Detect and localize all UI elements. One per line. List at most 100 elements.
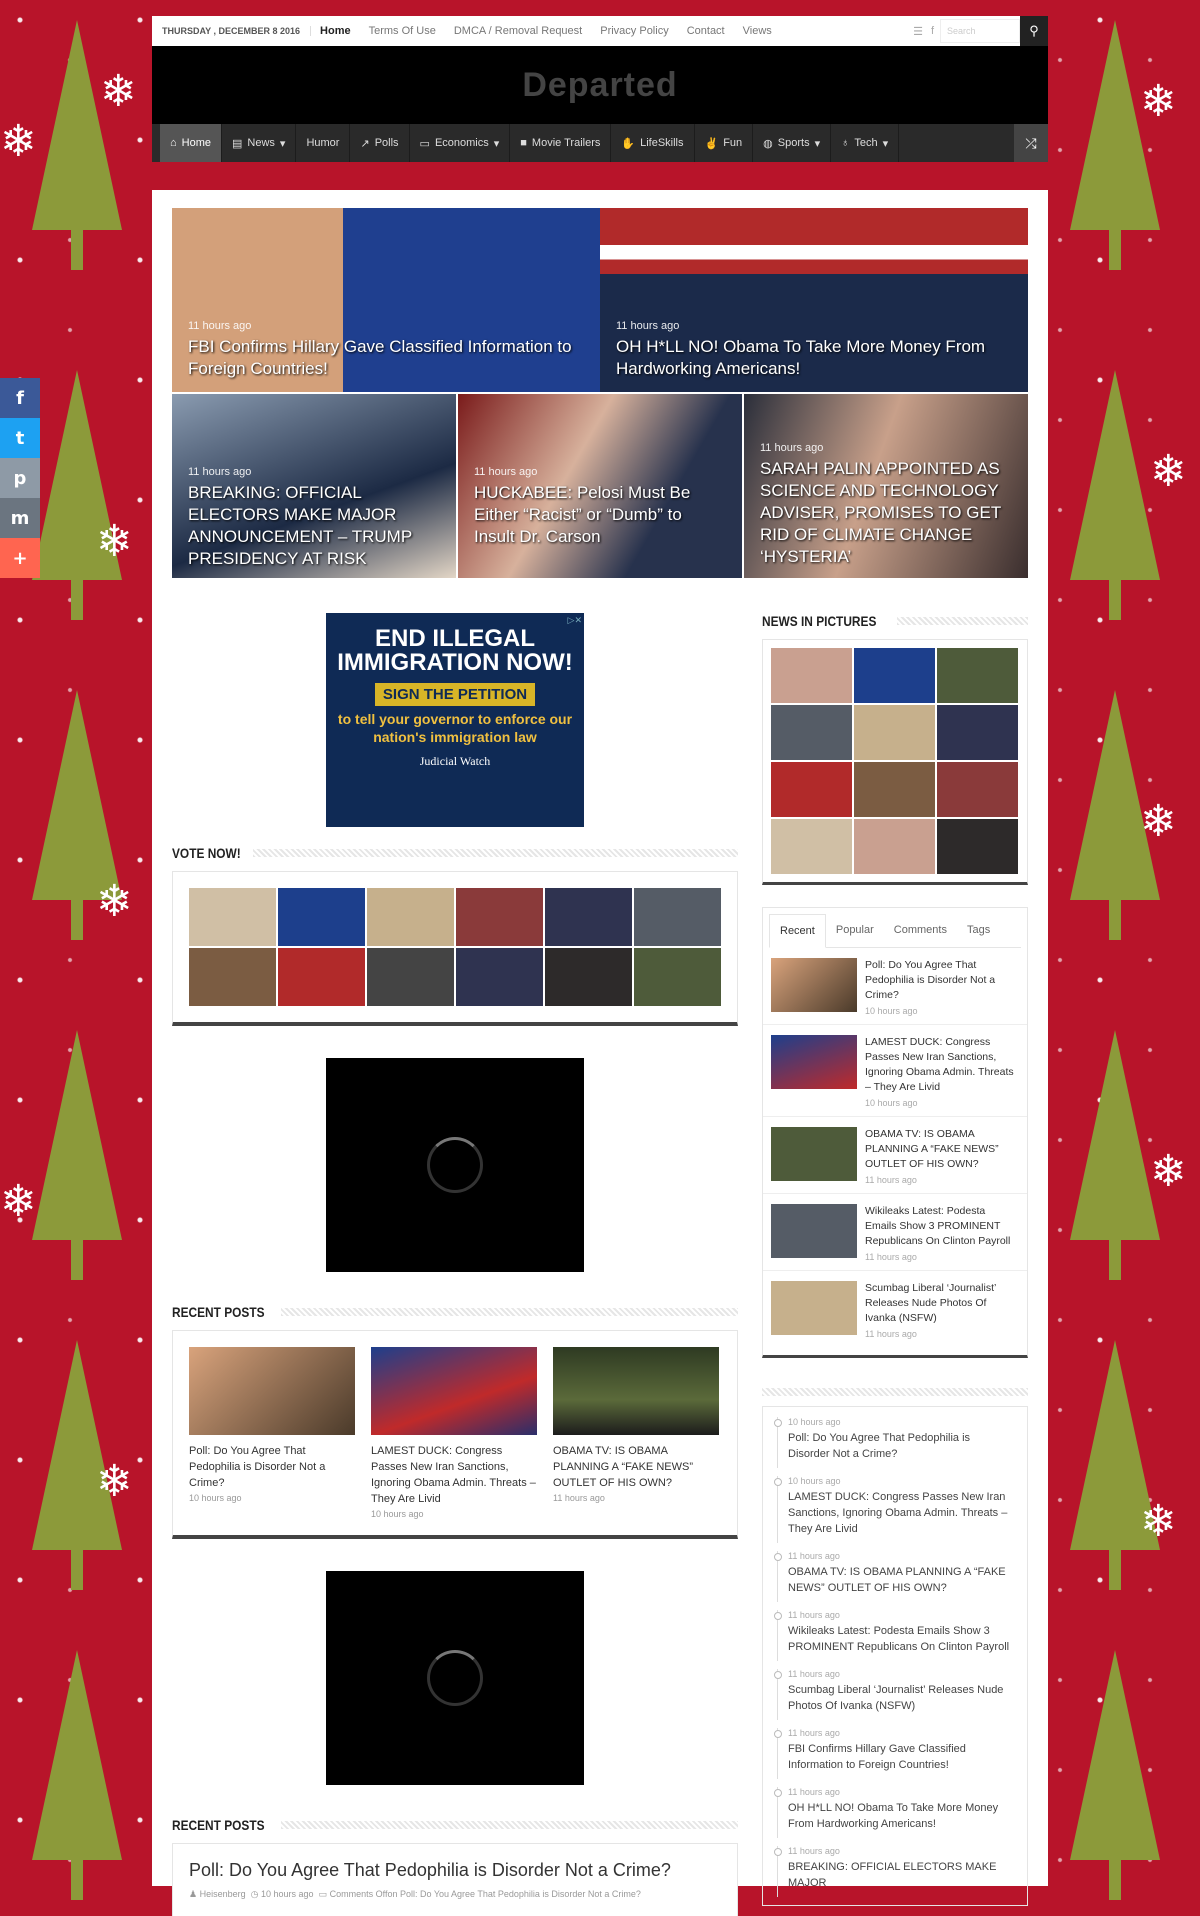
- vote-thumbnail[interactable]: [634, 948, 721, 1006]
- timeline-title[interactable]: LAMEST DUCK: Congress Passes New Iran Sa…: [788, 1489, 1013, 1537]
- vote-thumbnail[interactable]: [456, 948, 543, 1006]
- video-player[interactable]: [326, 1058, 584, 1272]
- video-player[interactable]: [326, 1571, 584, 1785]
- toplink-home[interactable]: Home: [311, 25, 360, 37]
- picture-thumbnail[interactable]: [937, 819, 1018, 874]
- timeline-title[interactable]: BREAKING: OFFICIAL ELECTORS MAKE MAJOR: [788, 1859, 1013, 1891]
- item-thumbnail[interactable]: [771, 958, 857, 1012]
- slider-item[interactable]: 11 hours ago OH H*LL NO! Obama To Take M…: [600, 208, 1028, 392]
- email-share-icon[interactable]: m: [0, 498, 40, 538]
- picture-thumbnail[interactable]: [771, 819, 852, 874]
- timeline-title[interactable]: FBI Confirms Hillary Gave Classified Inf…: [788, 1741, 1013, 1773]
- nav-economics[interactable]: ▭ Economics ▾: [410, 124, 511, 162]
- vote-thumbnail[interactable]: [278, 888, 365, 946]
- nav-polls[interactable]: ↗ Polls: [350, 124, 410, 162]
- timeline-title[interactable]: OH H*LL NO! Obama To Take More Money Fro…: [788, 1800, 1013, 1832]
- tab-tags[interactable]: Tags: [957, 914, 1000, 947]
- item-thumbnail[interactable]: [771, 1127, 857, 1181]
- item-title[interactable]: Wikileaks Latest: Podesta Emails Show 3 …: [865, 1204, 1019, 1249]
- facebook-share-icon[interactable]: f: [0, 378, 40, 418]
- timeline-title[interactable]: Scumbag Liberal ‘Journalist’ Releases Nu…: [788, 1682, 1013, 1714]
- tab-list-item[interactable]: Wikileaks Latest: Podesta Emails Show 3 …: [763, 1194, 1027, 1271]
- facebook-icon[interactable]: f: [931, 25, 934, 38]
- twitter-share-icon[interactable]: t: [0, 418, 40, 458]
- nav-fun[interactable]: ✌ Fun: [695, 124, 754, 162]
- timeline-item[interactable]: 10 hours ago LAMEST DUCK: Congress Passes…: [774, 1476, 1013, 1543]
- picture-thumbnail[interactable]: [771, 648, 852, 703]
- timeline-item[interactable]: 11 hours ago Scumbag Liberal ‘Journalist’…: [774, 1669, 1013, 1720]
- slider-item[interactable]: 11 hours ago HUCKABEE: Pelosi Must Be Ei…: [458, 394, 742, 578]
- picture-thumbnail[interactable]: [854, 648, 935, 703]
- tab-list-item[interactable]: OBAMA TV: IS OBAMA PLANNING A “FAKE NEWS…: [763, 1117, 1027, 1194]
- advertisement-banner[interactable]: ▷✕ END ILLEGAL IMMIGRATION NOW! SIGN THE…: [326, 613, 584, 827]
- toplink-privacy[interactable]: Privacy Policy: [591, 25, 677, 37]
- toplink-terms[interactable]: Terms Of Use: [360, 25, 445, 37]
- tab-comments[interactable]: Comments: [884, 914, 957, 947]
- vote-thumbnail[interactable]: [278, 948, 365, 1006]
- nav-sports[interactable]: ◍ Sports ▾: [753, 124, 832, 162]
- nav-news[interactable]: ▤ News ▾: [222, 124, 297, 162]
- timeline-item[interactable]: 11 hours ago BREAKING: OFFICIAL ELECTORS …: [774, 1846, 1013, 1897]
- toplink-views[interactable]: Views: [734, 25, 781, 37]
- nav-humor[interactable]: Humor: [296, 124, 351, 162]
- post-author[interactable]: Heisenberg: [200, 1889, 246, 1899]
- ad-close-icon[interactable]: ▷✕: [568, 615, 582, 626]
- timeline-item[interactable]: 10 hours ago Poll: Do You Agree That Pedo…: [774, 1417, 1013, 1468]
- picture-thumbnail[interactable]: [937, 762, 1018, 817]
- random-article-icon[interactable]: ⤮: [1014, 124, 1048, 162]
- search-icon[interactable]: ⚲: [1020, 16, 1048, 46]
- slider-item[interactable]: 11 hours ago BREAKING: OFFICIAL ELECTORS…: [172, 394, 456, 578]
- timeline-title[interactable]: Wikileaks Latest: Podesta Emails Show 3 …: [788, 1623, 1013, 1655]
- post-title[interactable]: LAMEST DUCK: Congress Passes New Iran Sa…: [371, 1443, 537, 1507]
- post-thumbnail[interactable]: [553, 1347, 719, 1435]
- search-input[interactable]: Search: [940, 19, 1020, 43]
- picture-thumbnail[interactable]: [854, 819, 935, 874]
- nav-lifeskills[interactable]: ✋ LifeSkills: [611, 124, 695, 162]
- nav-tech[interactable]: ♁ Tech ▾: [831, 124, 900, 162]
- picture-thumbnail[interactable]: [771, 705, 852, 760]
- item-thumbnail[interactable]: [771, 1035, 857, 1089]
- item-title[interactable]: Poll: Do You Agree That Pedophilia is Di…: [865, 958, 1019, 1003]
- tab-list-item[interactable]: Poll: Do You Agree That Pedophilia is Di…: [763, 948, 1027, 1025]
- vote-thumbnail[interactable]: [634, 888, 721, 946]
- site-logo[interactable]: Departed: [522, 66, 677, 105]
- tab-list-item[interactable]: LAMEST DUCK: Congress Passes New Iran Sa…: [763, 1025, 1027, 1117]
- nav-movie-trailers[interactable]: ■ Movie Trailers: [510, 124, 612, 162]
- rss-icon[interactable]: ☰: [913, 25, 923, 38]
- toplink-contact[interactable]: Contact: [678, 25, 734, 37]
- timeline-item[interactable]: 11 hours ago OBAMA TV: IS OBAMA PLANNING …: [774, 1551, 1013, 1602]
- picture-thumbnail[interactable]: [854, 705, 935, 760]
- timeline-item[interactable]: 11 hours ago FBI Confirms Hillary Gave Cl…: [774, 1728, 1013, 1779]
- item-title[interactable]: LAMEST DUCK: Congress Passes New Iran Sa…: [865, 1035, 1019, 1095]
- print-share-icon[interactable]: p: [0, 458, 40, 498]
- picture-thumbnail[interactable]: [771, 762, 852, 817]
- vote-thumbnail[interactable]: [545, 888, 632, 946]
- post-thumbnail[interactable]: [189, 1347, 355, 1435]
- timeline-title[interactable]: Poll: Do You Agree That Pedophilia is Di…: [788, 1430, 1013, 1462]
- vote-thumbnail[interactable]: [189, 948, 276, 1006]
- tab-popular[interactable]: Popular: [826, 914, 884, 947]
- tab-list-item[interactable]: Scumbag Liberal ‘Journalist’ Releases Nu…: [763, 1271, 1027, 1347]
- item-title[interactable]: OBAMA TV: IS OBAMA PLANNING A “FAKE NEWS…: [865, 1127, 1019, 1172]
- post-title[interactable]: OBAMA TV: IS OBAMA PLANNING A “FAKE NEWS…: [553, 1443, 719, 1491]
- nav-home[interactable]: ⌂ Home: [160, 124, 222, 162]
- picture-thumbnail[interactable]: [937, 648, 1018, 703]
- item-thumbnail[interactable]: [771, 1281, 857, 1335]
- slider-item[interactable]: 11 hours ago SARAH PALIN APPOINTED AS SC…: [744, 394, 1028, 578]
- item-thumbnail[interactable]: [771, 1204, 857, 1258]
- vote-thumbnail[interactable]: [456, 888, 543, 946]
- more-share-icon[interactable]: +: [0, 538, 40, 578]
- tab-recent[interactable]: Recent: [769, 914, 826, 948]
- post-title[interactable]: Poll: Do You Agree That Pedophilia is Di…: [189, 1443, 355, 1491]
- vote-thumbnail[interactable]: [545, 948, 632, 1006]
- recent-post-card[interactable]: OBAMA TV: IS OBAMA PLANNING A “FAKE NEWS…: [553, 1347, 719, 1519]
- recent-post-card[interactable]: Poll: Do You Agree That Pedophilia is Di…: [189, 1347, 355, 1519]
- vote-thumbnail[interactable]: [189, 888, 276, 946]
- picture-thumbnail[interactable]: [937, 705, 1018, 760]
- post-title[interactable]: Poll: Do You Agree That Pedophilia is Di…: [189, 1860, 721, 1881]
- toplink-dmca[interactable]: DMCA / Removal Request: [445, 25, 591, 37]
- ad-petition-button[interactable]: SIGN THE PETITION: [374, 683, 536, 706]
- timeline-item[interactable]: 11 hours ago Wikileaks Latest: Podesta Em…: [774, 1610, 1013, 1661]
- recent-post-card[interactable]: LAMEST DUCK: Congress Passes New Iran Sa…: [371, 1347, 537, 1519]
- vote-thumbnail[interactable]: [367, 888, 454, 946]
